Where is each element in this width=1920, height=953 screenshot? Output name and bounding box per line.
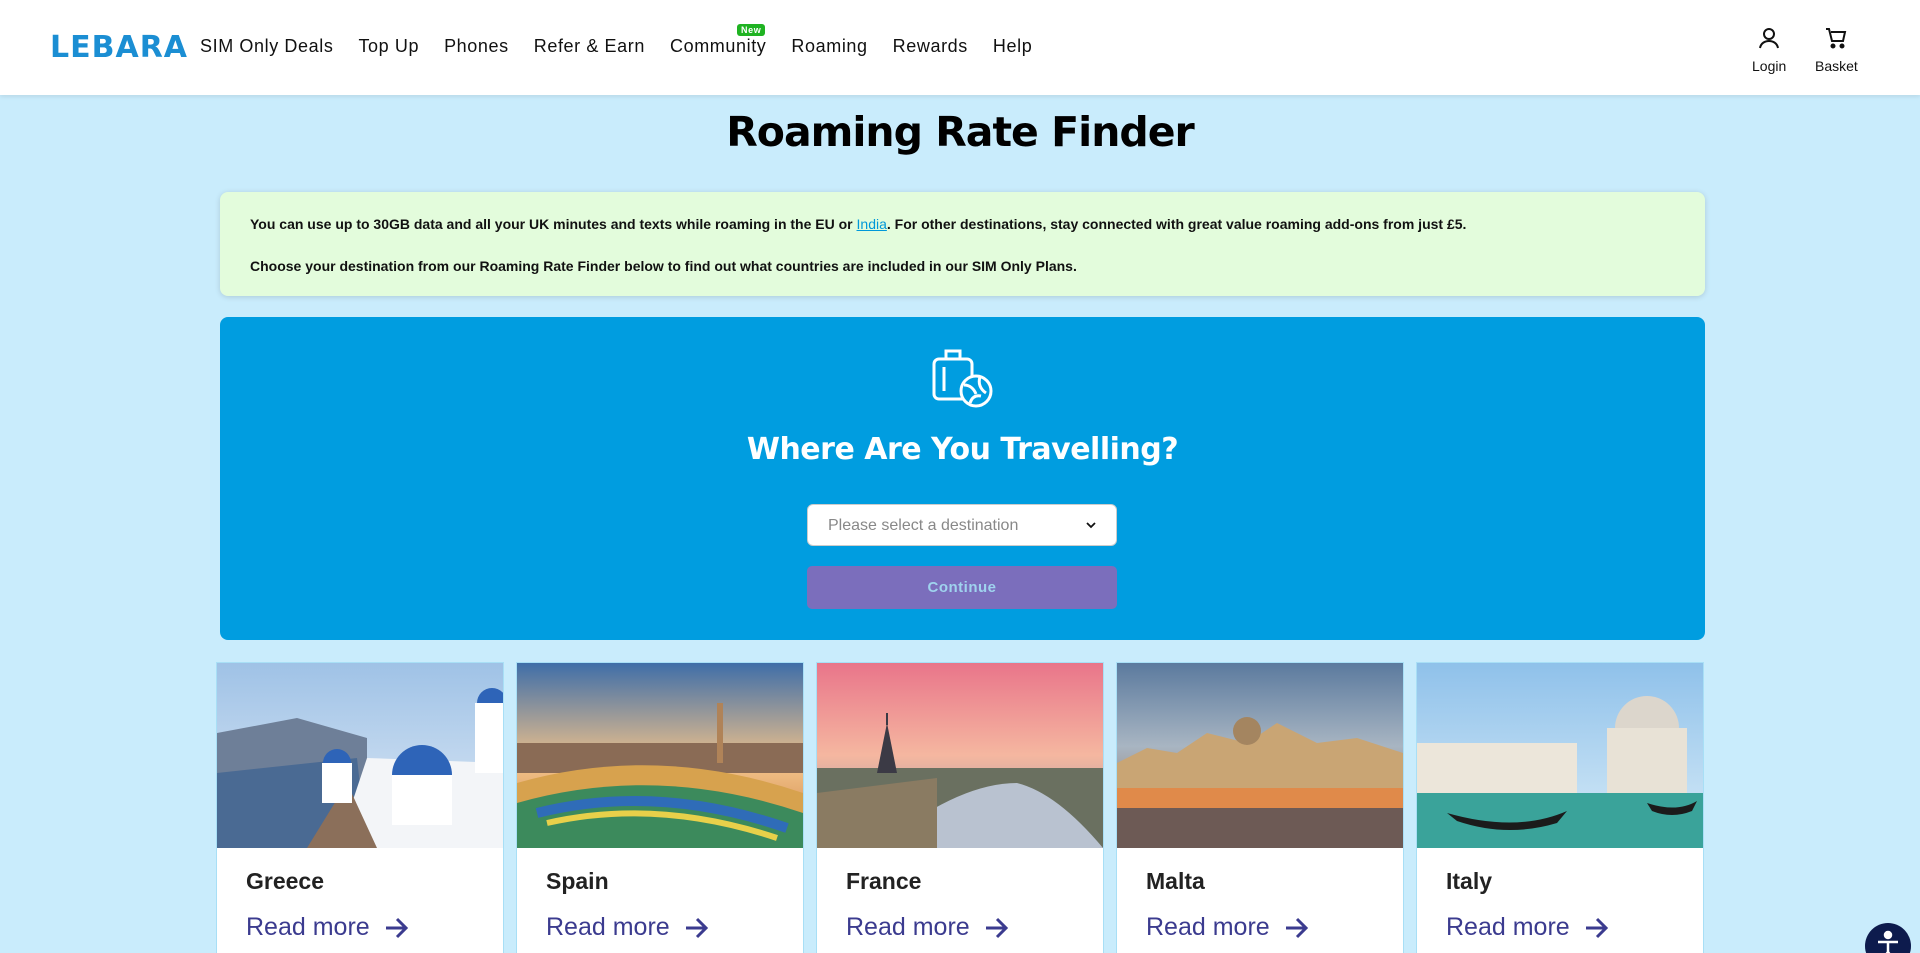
destination-card-france[interactable]: France Read more (816, 662, 1104, 953)
read-more-label: Read more (1146, 913, 1270, 941)
italy-image (1417, 663, 1703, 848)
arrow-right-icon (385, 917, 408, 938)
arrow-right-icon (685, 917, 708, 938)
info-line-1-end: . For other destinations, stay connected… (886, 216, 1467, 232)
accessibility-icon (1878, 930, 1898, 953)
read-more-link[interactable]: Read more (246, 913, 410, 942)
luggage-globe-icon (932, 349, 993, 408)
nav-community[interactable]: Community New (669, 24, 767, 57)
roaming-finder-panel: Where Are You Travelling? Please select … (220, 317, 1705, 640)
page-title: Roaming Rate Finder (726, 108, 1195, 156)
read-more-link[interactable]: Read more (546, 913, 710, 942)
main-nav: SIM Only Deals Top Up Phones Refer & Ear… (200, 24, 1057, 57)
read-more-label: Read more (846, 913, 970, 941)
nav-help[interactable]: Help (993, 36, 1032, 57)
read-more-label: Read more (246, 913, 370, 941)
chevron-down-icon (1086, 522, 1096, 529)
destination-card-spain[interactable]: Spain Read more (516, 662, 804, 953)
finder-heading: Where Are You Travelling? (746, 432, 1179, 467)
read-more-link[interactable]: Read more (1446, 913, 1610, 942)
login-label: Login (1752, 58, 1787, 74)
new-badge: New (736, 24, 766, 36)
info-line-1: You can use up to 30GB data and all your… (250, 216, 1466, 232)
info-line-2: Choose your destination from our Roaming… (250, 258, 1077, 274)
nav-sim-only-deals[interactable]: SIM Only Deals (200, 36, 333, 57)
india-link[interactable]: India (857, 216, 887, 232)
spain-image (517, 663, 803, 848)
destination-name: Malta (1146, 868, 1205, 894)
destination-name: Greece (246, 868, 325, 894)
nav-rewards[interactable]: Rewards (893, 36, 968, 57)
arrow-right-icon (985, 917, 1008, 938)
arrow-right-icon (1285, 917, 1308, 938)
destination-card-greece[interactable]: Greece Read more (216, 662, 504, 953)
read-more-label: Read more (1446, 913, 1570, 941)
login-button[interactable]: Login (1752, 26, 1786, 74)
lebara-logo[interactable]: LEBARA (50, 30, 188, 65)
france-image (817, 663, 1103, 848)
cart-icon (1826, 28, 1847, 49)
roaming-info-box: You can use up to 30GB data and all your… (220, 192, 1705, 296)
malta-image (1117, 663, 1403, 848)
arrow-right-icon (1585, 917, 1608, 938)
destination-card-italy[interactable]: Italy Read more (1416, 662, 1704, 953)
nav-community-label: Community (669, 36, 767, 56)
read-more-link[interactable]: Read more (846, 913, 1010, 942)
destination-name: Spain (546, 868, 609, 894)
accessibility-button[interactable] (1865, 923, 1911, 953)
user-icon (1759, 28, 1780, 49)
read-more-link[interactable]: Read more (1146, 913, 1310, 942)
destination-select[interactable]: Please select a destination (807, 504, 1117, 546)
destination-placeholder: Please select a destination (828, 517, 1019, 534)
destination-name: France (846, 868, 922, 894)
basket-button[interactable]: Basket (1815, 26, 1858, 74)
basket-label: Basket (1815, 58, 1858, 74)
nav-roaming[interactable]: Roaming (791, 36, 867, 57)
destination-card-malta[interactable]: Malta Read more (1116, 662, 1404, 953)
greece-image (217, 663, 503, 848)
nav-phones[interactable]: Phones (444, 36, 509, 57)
nav-top-up[interactable]: Top Up (358, 36, 419, 57)
nav-refer-earn[interactable]: Refer & Earn (534, 36, 645, 57)
info-line-1-start: You can use up to 30GB data and all your… (250, 216, 857, 232)
read-more-label: Read more (546, 913, 670, 941)
destination-name: Italy (1446, 868, 1493, 894)
site-header: LEBARA SIM Only Deals Top Up Phones Refe… (0, 0, 1920, 95)
continue-button[interactable]: Continue (807, 566, 1117, 609)
